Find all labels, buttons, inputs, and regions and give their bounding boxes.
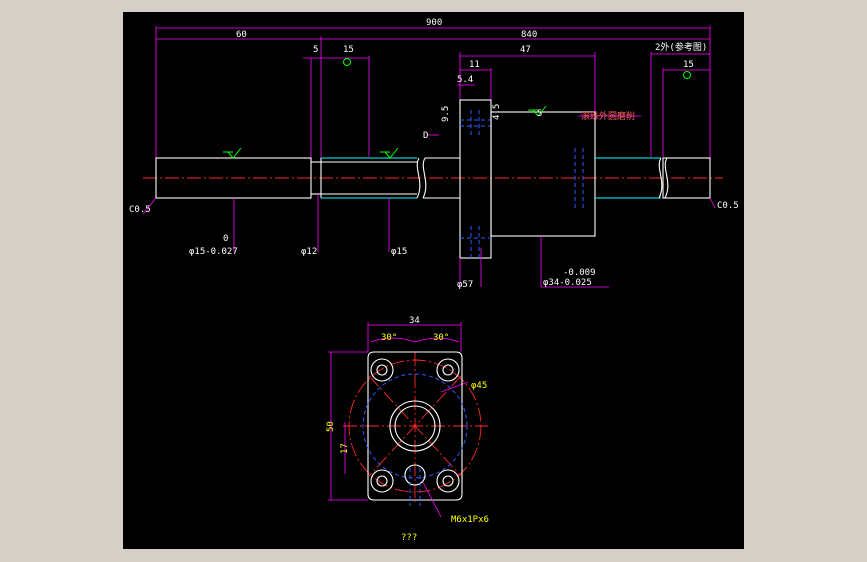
runout-symbol-1	[343, 58, 351, 66]
dim-d45: φ45	[471, 381, 487, 391]
dim-900: 900	[426, 18, 442, 28]
dia12: φ12	[301, 247, 317, 257]
runout-symbol-2	[683, 71, 691, 79]
tol-zero: 0	[223, 234, 228, 244]
thread-note: M6x1Px6	[451, 515, 489, 525]
cad-drawing: 900 60 840 5 15 47 11 5.4 9.5 4.5 5 2外(参…	[129, 18, 739, 543]
tol-upper: -0.009	[563, 268, 596, 278]
dia15-tol: φ15-0.027	[189, 247, 238, 257]
dim-15a: 15	[343, 45, 354, 55]
dim-54: 5.4	[457, 75, 473, 85]
side-view: 900 60 840 5 15 47 11 5.4 9.5 4.5 5 2外(参…	[129, 18, 739, 290]
dim-D-label: D	[423, 131, 428, 141]
dim-17: 17	[340, 443, 350, 454]
cad-viewport[interactable]: 900 60 840 5 15 47 11 5.4 9.5 4.5 5 2外(参…	[123, 12, 744, 549]
angle-right: 30°	[433, 333, 449, 343]
dim-34: 34	[409, 316, 420, 326]
bolt-hole-tr-inner	[442, 364, 454, 376]
nut-body	[490, 111, 596, 237]
chamfer-left: C0.5	[129, 205, 151, 215]
dim-50: 50	[326, 421, 336, 432]
dim-45: 4.5	[492, 104, 502, 120]
dim-11: 11	[469, 60, 480, 70]
dim-15b: 15	[683, 60, 694, 70]
bolt-hole-br-inner	[442, 475, 454, 487]
dia34-tol: φ34-0.025	[543, 278, 592, 288]
dia57: φ57	[457, 280, 473, 290]
dim-5: 5	[313, 45, 318, 55]
chamfer-right: C0.5	[717, 201, 739, 211]
bolt-hole-bl	[370, 469, 394, 493]
dim-5b: 5	[537, 109, 542, 119]
bolt-hole-tl	[370, 358, 394, 382]
angle-left: 30°	[381, 333, 397, 343]
bolt-hole-tr	[436, 358, 460, 382]
front-view: 34 30° 30° 50 17 φ45 M6x1Px6 ???	[326, 316, 489, 543]
view-caption: ???	[401, 533, 417, 543]
dim-95: 9.5	[441, 106, 451, 122]
dim-47: 47	[520, 45, 531, 55]
dim-right-ref: 2外(参考图)	[655, 41, 707, 53]
dia15: φ15	[391, 247, 407, 257]
leader-c05-right	[709, 197, 716, 209]
dim-840: 840	[521, 30, 537, 40]
dim-60: 60	[236, 30, 247, 40]
finish-mark-1	[223, 147, 242, 159]
finish-mark-2	[380, 147, 399, 159]
bolt-hole-br	[436, 469, 460, 493]
nut-flange	[459, 99, 492, 259]
note-red: 滚珠外圆磨削	[581, 110, 635, 122]
bolt-hole-tl-inner	[376, 364, 388, 376]
